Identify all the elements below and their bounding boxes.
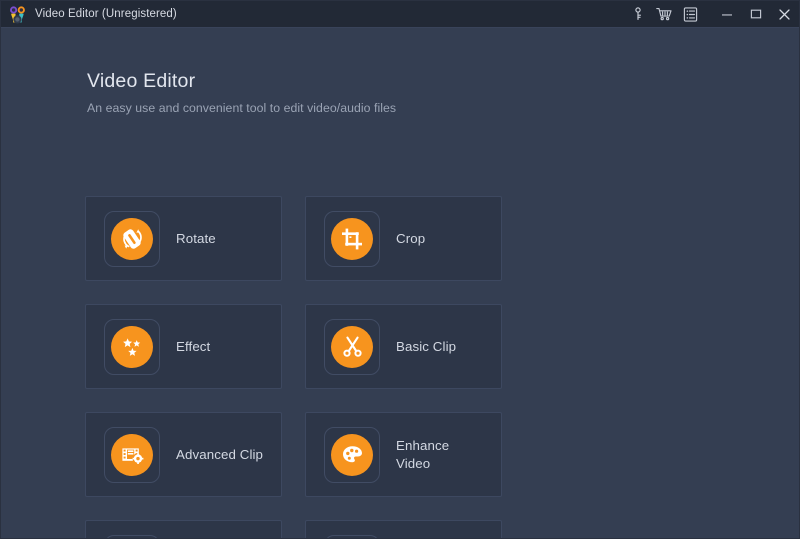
effect-stars-icon	[111, 325, 153, 368]
tool-card-enhance-video[interactable]: Enhance Video	[305, 412, 502, 497]
icon-plate	[324, 318, 380, 375]
page-title: Video Editor	[87, 70, 196, 92]
icon-plate	[324, 210, 380, 267]
tool-card-advanced-clip[interactable]: Advanced Clip	[85, 412, 282, 497]
register-key-button[interactable]	[625, 1, 651, 28]
tool-card-label: Basic Clip	[396, 338, 457, 354]
tool-card-video-audio-joiner[interactable]: Video/Audio Joiner	[85, 520, 282, 538]
tool-card-label: Crop	[396, 230, 426, 246]
tool-grid: Rotate Crop Effect Basic Clip Advanced C…	[85, 196, 721, 538]
tool-card-rotate[interactable]: Rotate	[85, 196, 282, 281]
icon-plate	[104, 426, 160, 483]
scissors-icon	[331, 325, 373, 368]
tool-card-add-watermark[interactable]: Add Watermark	[305, 520, 502, 538]
icon-plate	[104, 534, 160, 538]
rotate-icon	[111, 217, 153, 260]
icon-plate	[324, 534, 380, 538]
tool-card-label: Advanced Clip	[176, 446, 264, 462]
page-header: Video Editor An easy use and convenient …	[1, 28, 799, 117]
icon-plate	[324, 426, 380, 483]
minimize-button[interactable]	[712, 1, 741, 28]
film-gear-icon	[111, 433, 153, 476]
title-bar: Video Editor (Unregistered)	[1, 1, 799, 28]
app-window: Video Editor (Unregistered) Video Editor…	[0, 0, 800, 539]
crop-icon	[331, 217, 373, 260]
titlebar-divider	[703, 14, 712, 15]
app-logo-icon	[8, 5, 27, 24]
titlebar-actions	[625, 1, 799, 27]
tool-card-label: Effect	[176, 338, 211, 354]
close-button[interactable]	[770, 1, 799, 28]
menu-button[interactable]	[677, 1, 703, 28]
tool-card-basic-clip[interactable]: Basic Clip	[305, 304, 502, 389]
tool-card-effect[interactable]: Effect	[85, 304, 282, 389]
window-title: Video Editor (Unregistered)	[35, 8, 177, 20]
page-subtitle: An easy use and convenient tool to edit …	[87, 101, 397, 116]
buy-cart-button[interactable]	[651, 1, 677, 28]
tool-card-label: Enhance Video	[396, 438, 450, 471]
palette-icon	[331, 433, 373, 476]
main-content: Video Editor An easy use and convenient …	[1, 28, 799, 538]
icon-plate	[104, 210, 160, 267]
tool-card-label: Rotate	[176, 230, 216, 246]
icon-plate	[104, 318, 160, 375]
tool-card-crop[interactable]: Crop	[305, 196, 502, 281]
maximize-button[interactable]	[741, 1, 770, 28]
